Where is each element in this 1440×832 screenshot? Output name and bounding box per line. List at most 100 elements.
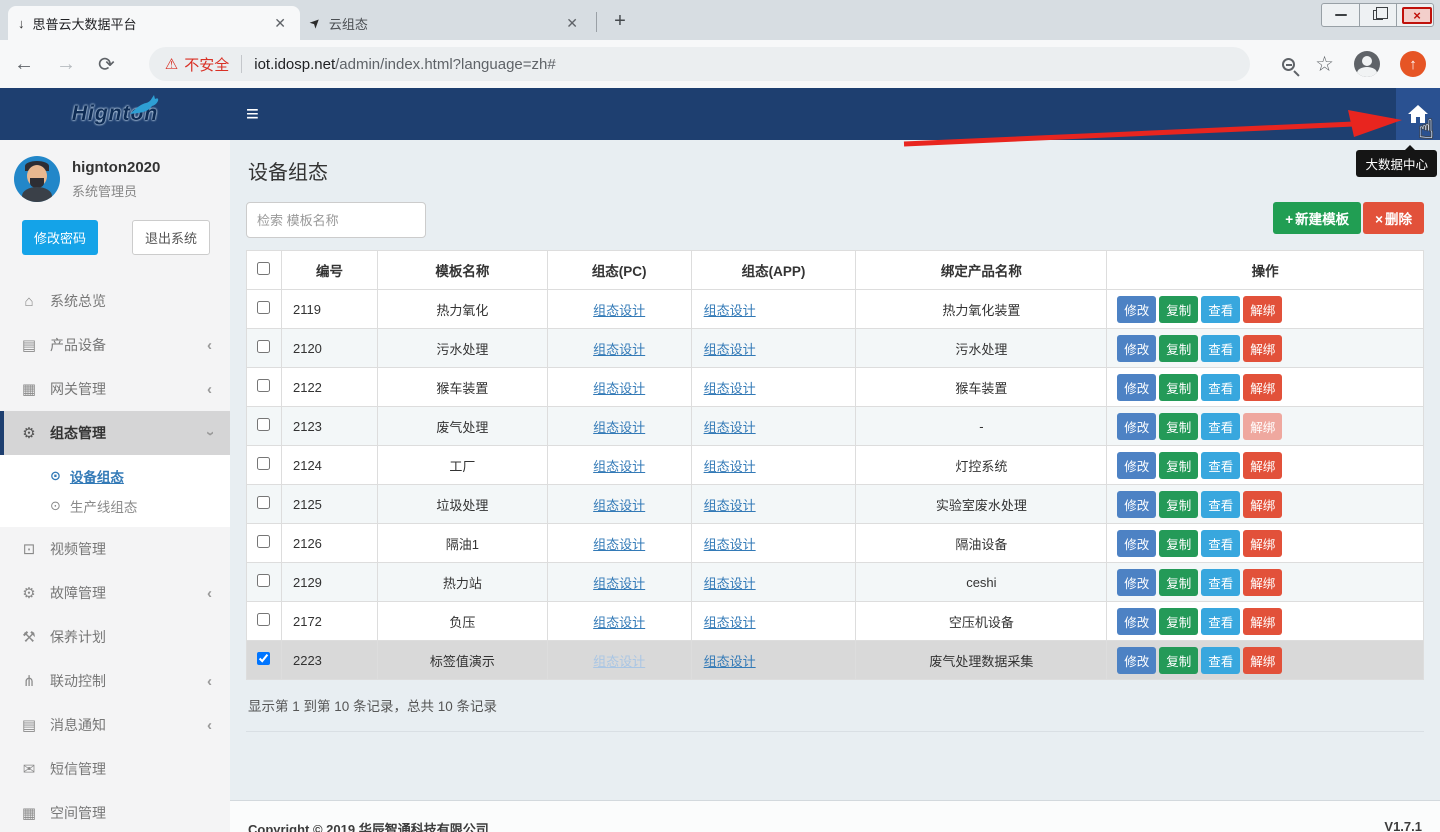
modify-button[interactable]: 修改 xyxy=(1117,374,1156,401)
row-checkbox[interactable] xyxy=(257,652,270,665)
config-design-app-link[interactable]: 组态设计 xyxy=(704,615,756,630)
sidebar-subitem-line-config[interactable]: ⊙生产线组态 xyxy=(0,491,230,521)
modify-button[interactable]: 修改 xyxy=(1117,491,1156,518)
minimize-button[interactable] xyxy=(1322,4,1359,26)
sidebar-subitem-device-config[interactable]: ⊙设备组态 xyxy=(0,461,230,491)
row-checkbox[interactable] xyxy=(257,496,270,509)
modify-button[interactable]: 修改 xyxy=(1117,452,1156,479)
copy-button[interactable]: 复制 xyxy=(1159,647,1198,674)
modify-button[interactable]: 修改 xyxy=(1117,530,1156,557)
config-design-pc-link[interactable]: 组态设计 xyxy=(593,537,645,552)
tab-close-icon[interactable]: ✕ xyxy=(270,13,290,34)
sidebar-item-maintenance-plan[interactable]: ⚒保养计划 xyxy=(0,615,230,659)
copy-button[interactable]: 复制 xyxy=(1159,569,1198,596)
forward-icon[interactable]: → xyxy=(56,53,76,76)
modify-button[interactable]: 修改 xyxy=(1117,569,1156,596)
sidebar-item-space-mgmt[interactable]: ▦空间管理 xyxy=(0,791,230,832)
reload-icon[interactable]: ⟳ xyxy=(98,52,115,77)
config-design-pc-link[interactable]: 组态设计 xyxy=(593,342,645,357)
config-design-pc-link[interactable]: 组态设计 xyxy=(593,576,645,591)
config-design-app-link[interactable]: 组态设计 xyxy=(704,459,756,474)
row-checkbox[interactable] xyxy=(257,457,270,470)
view-button[interactable]: 查看 xyxy=(1201,452,1240,479)
unbind-button[interactable]: 解绑 xyxy=(1243,374,1282,401)
sidebar-item-video-mgmt[interactable]: ⊡视频管理 xyxy=(0,527,230,571)
copy-button[interactable]: 复制 xyxy=(1159,452,1198,479)
unbind-button[interactable]: 解绑 xyxy=(1243,530,1282,557)
back-icon[interactable]: ← xyxy=(14,53,34,76)
unbind-button[interactable]: 解绑 xyxy=(1243,452,1282,479)
sidebar-item-sms-mgmt[interactable]: ✉短信管理 xyxy=(0,747,230,791)
config-design-app-link[interactable]: 组态设计 xyxy=(704,420,756,435)
zoom-out-icon[interactable] xyxy=(1282,58,1295,71)
unbind-button[interactable]: 解绑 xyxy=(1243,647,1282,674)
copy-button[interactable]: 复制 xyxy=(1159,296,1198,323)
new-template-button[interactable]: +新建模板 xyxy=(1273,202,1361,234)
restore-button[interactable] xyxy=(1359,4,1396,26)
view-button[interactable]: 查看 xyxy=(1201,647,1240,674)
row-checkbox[interactable] xyxy=(257,418,270,431)
browser-tab-cloud-config[interactable]: ➤ 云组态 ✕ xyxy=(300,6,592,40)
config-design-pc-link[interactable]: 组态设计 xyxy=(593,615,645,630)
logout-button[interactable]: 退出系统 xyxy=(132,220,210,255)
config-design-app-link[interactable]: 组态设计 xyxy=(704,576,756,591)
config-design-app-link[interactable]: 组态设计 xyxy=(704,537,756,552)
delete-button[interactable]: ×删除 xyxy=(1363,202,1424,234)
config-design-pc-link[interactable]: 组态设计 xyxy=(593,654,645,669)
row-checkbox[interactable] xyxy=(257,535,270,548)
bookmark-star-icon[interactable]: ☆ xyxy=(1315,52,1334,77)
sidebar-item-fault-mgmt[interactable]: ⚙故障管理‹ xyxy=(0,571,230,615)
address-bar[interactable]: ⚠ 不安全 iot.idosp.net /admin/index.html?la… xyxy=(149,47,1250,81)
view-button[interactable]: 查看 xyxy=(1201,608,1240,635)
profile-avatar[interactable] xyxy=(1354,51,1380,77)
view-button[interactable]: 查看 xyxy=(1201,374,1240,401)
config-design-app-link[interactable]: 组态设计 xyxy=(704,381,756,396)
new-tab-button[interactable]: + xyxy=(607,8,633,34)
sidebar-item-message-notify[interactable]: ▤消息通知‹ xyxy=(0,703,230,747)
sidebar-item-system-overview[interactable]: ⌂系统总览 xyxy=(0,279,230,323)
config-design-app-link[interactable]: 组态设计 xyxy=(704,342,756,357)
config-design-app-link[interactable]: 组态设计 xyxy=(704,303,756,318)
unbind-button[interactable]: 解绑 xyxy=(1243,569,1282,596)
config-design-app-link[interactable]: 组态设计 xyxy=(704,498,756,513)
search-input[interactable] xyxy=(246,202,426,238)
browser-update-button[interactable]: ↑ xyxy=(1400,51,1426,77)
config-design-pc-link[interactable]: 组态设计 xyxy=(593,303,645,318)
copy-button[interactable]: 复制 xyxy=(1159,374,1198,401)
view-button[interactable]: 查看 xyxy=(1201,530,1240,557)
unbind-button[interactable]: 解绑 xyxy=(1243,413,1282,440)
sidebar-item-linkage-control[interactable]: ⋔联动控制‹ xyxy=(0,659,230,703)
change-password-button[interactable]: 修改密码 xyxy=(22,220,98,255)
tab-close-icon[interactable]: ✕ xyxy=(562,13,582,34)
view-button[interactable]: 查看 xyxy=(1201,296,1240,323)
row-checkbox[interactable] xyxy=(257,613,270,626)
config-design-pc-link[interactable]: 组态设计 xyxy=(593,420,645,435)
unbind-button[interactable]: 解绑 xyxy=(1243,608,1282,635)
unbind-button[interactable]: 解绑 xyxy=(1243,491,1282,518)
sidebar-item-gateway-mgmt[interactable]: ▦网关管理‹ xyxy=(0,367,230,411)
modify-button[interactable]: 修改 xyxy=(1117,608,1156,635)
sidebar-item-config-mgmt[interactable]: ⚙组态管理‹ xyxy=(0,411,230,455)
close-button[interactable]: × × xyxy=(1396,4,1433,26)
config-design-pc-link[interactable]: 组态设计 xyxy=(593,381,645,396)
browser-tab-platform[interactable]: ↓ 思普云大数据平台 ✕ xyxy=(8,6,300,40)
select-all-checkbox[interactable] xyxy=(257,262,270,275)
copy-button[interactable]: 复制 xyxy=(1159,335,1198,362)
row-checkbox[interactable] xyxy=(257,301,270,314)
modify-button[interactable]: 修改 xyxy=(1117,647,1156,674)
copy-button[interactable]: 复制 xyxy=(1159,608,1198,635)
view-button[interactable]: 查看 xyxy=(1201,335,1240,362)
copy-button[interactable]: 复制 xyxy=(1159,491,1198,518)
config-design-app-link[interactable]: 组态设计 xyxy=(704,654,756,669)
row-checkbox[interactable] xyxy=(257,340,270,353)
copy-button[interactable]: 复制 xyxy=(1159,530,1198,557)
modify-button[interactable]: 修改 xyxy=(1117,413,1156,440)
config-design-pc-link[interactable]: 组态设计 xyxy=(593,498,645,513)
copy-button[interactable]: 复制 xyxy=(1159,413,1198,440)
config-design-pc-link[interactable]: 组态设计 xyxy=(593,459,645,474)
view-button[interactable]: 查看 xyxy=(1201,491,1240,518)
hamburger-menu-icon[interactable]: ≡ xyxy=(246,101,259,127)
view-button[interactable]: 查看 xyxy=(1201,413,1240,440)
row-checkbox[interactable] xyxy=(257,574,270,587)
unbind-button[interactable]: 解绑 xyxy=(1243,335,1282,362)
